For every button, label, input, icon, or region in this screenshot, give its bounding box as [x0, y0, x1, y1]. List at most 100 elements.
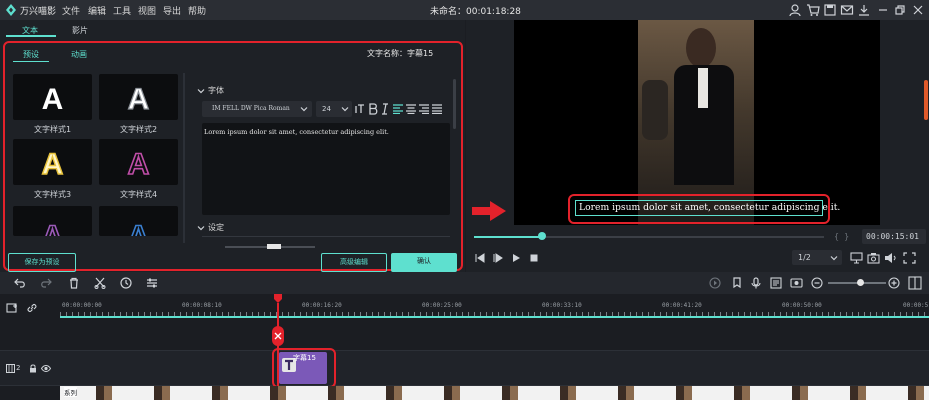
align-left-icon[interactable]	[393, 104, 403, 114]
lock-icon[interactable]	[29, 364, 37, 373]
play-pause-icon[interactable]	[492, 252, 504, 264]
style-thumb-3[interactable]: A	[13, 139, 92, 185]
advanced-edit-button[interactable]: 高级编辑	[321, 253, 387, 272]
delete-icon[interactable]	[68, 277, 80, 289]
restore-icon[interactable]	[893, 3, 907, 17]
tab-film[interactable]: 影片	[72, 25, 88, 36]
font-size-value: 24	[322, 105, 331, 113]
layout-icon[interactable]	[908, 276, 922, 290]
ruler-label-1: 00:00:08:10	[182, 302, 222, 309]
download-icon[interactable]	[857, 3, 871, 17]
zoom-out-icon[interactable]	[811, 277, 823, 289]
minimize-icon[interactable]	[876, 3, 890, 17]
align-justify-icon[interactable]	[432, 104, 442, 114]
menu-tools[interactable]: 工具	[113, 4, 131, 17]
letter-a-plain-icon: A	[42, 83, 64, 116]
style-label-3: 文字样式3	[33, 190, 72, 199]
text-content-value: Lorem ipsum dolor sit amet, consectetur …	[204, 128, 389, 136]
style-thumb-2[interactable]: A	[99, 74, 178, 120]
subtab-animation[interactable]: 动画	[71, 49, 87, 60]
preview-panel: Lorem ipsum dolor sit amet, consectetur …	[466, 20, 929, 272]
link-icon[interactable]	[26, 302, 38, 314]
text-track-row	[0, 350, 929, 386]
marker-icon[interactable]	[731, 277, 743, 289]
align-center-icon[interactable]	[406, 104, 416, 114]
title-bar: 万兴喵影 文件 编辑 工具 视图 导出 帮助 未命名：00:01:18:28	[0, 0, 929, 20]
cart-icon[interactable]	[806, 3, 820, 17]
mail-icon[interactable]	[840, 3, 854, 17]
user-icon[interactable]	[788, 3, 802, 17]
menu-view[interactable]: 视图	[138, 4, 156, 17]
arrow-right-icon	[472, 201, 506, 221]
menu-export[interactable]: 导出	[163, 4, 181, 17]
letter-a-yellow-glow-icon: A	[41, 147, 64, 181]
style-label-2: 文字样式2	[119, 125, 158, 134]
panel-resize-handle[interactable]	[924, 80, 928, 120]
close-icon[interactable]	[911, 3, 925, 17]
previous-frame-icon[interactable]	[474, 252, 486, 264]
timeline-toolbar	[0, 272, 929, 294]
track-manager-icon[interactable]	[770, 277, 782, 289]
menu-edit[interactable]: 编辑	[88, 4, 106, 17]
save-preset-button[interactable]: 保存为预设	[8, 253, 76, 272]
eye-icon[interactable]	[41, 364, 51, 373]
chevron-down-icon[interactable]	[197, 224, 205, 232]
fullscreen-icon[interactable]	[903, 252, 916, 264]
video-clip-label: 系列	[64, 387, 77, 397]
text-content-area[interactable]: Lorem ipsum dolor sit amet, consectetur …	[202, 123, 450, 215]
preview-canvas[interactable]: Lorem ipsum dolor sit amet, consectetur …	[514, 20, 880, 225]
microphone-icon[interactable]	[750, 277, 762, 289]
ruler-label-0: 00:00:00:00	[62, 302, 102, 309]
stop-icon[interactable]	[528, 252, 540, 264]
add-track-icon[interactable]	[6, 302, 18, 314]
snapshot-icon[interactable]	[790, 277, 803, 289]
bold-icon[interactable]	[368, 103, 378, 115]
timeline-zoom-handle[interactable]	[857, 279, 864, 286]
style-thumb-6[interactable]: A	[99, 206, 178, 254]
menu-file[interactable]: 文件	[62, 4, 80, 17]
chevron-down-icon	[830, 256, 838, 261]
style-thumb-5[interactable]: A	[13, 206, 92, 254]
font-size-select[interactable]: 24	[316, 101, 352, 117]
redo-icon[interactable]	[40, 277, 52, 289]
chevron-down-icon[interactable]	[197, 87, 205, 95]
document-title: 未命名：00:01:18:28	[430, 7, 521, 17]
video-clip-strip[interactable]	[60, 386, 929, 400]
font-family-select[interactable]: IM FELL DW Pica Roman	[202, 101, 312, 117]
menu-help[interactable]: 帮助	[188, 4, 206, 17]
align-right-icon[interactable]	[419, 104, 429, 114]
font-family-value: IM FELL DW Pica Roman	[212, 105, 290, 112]
letter-a-glow-icon: A	[127, 82, 150, 116]
styles-scrollbar[interactable]	[183, 73, 185, 243]
clock-icon[interactable]	[120, 277, 132, 289]
save-icon[interactable]	[823, 3, 837, 17]
ruler-label-5: 00:00:41:20	[662, 302, 702, 309]
cut-icon[interactable]	[94, 277, 106, 289]
chevron-down-icon	[341, 107, 349, 112]
subtab-preset[interactable]: 预设	[23, 49, 39, 60]
preview-zoom-select[interactable]: 1/2	[792, 250, 842, 265]
render-icon[interactable]	[709, 277, 721, 289]
mark-in-out-icon[interactable]: { }	[834, 232, 849, 241]
playback-handle[interactable]	[538, 232, 546, 240]
undo-icon[interactable]	[14, 277, 26, 289]
settings-slider-handle[interactable]	[267, 244, 281, 249]
letter-a-purple-icon: A	[41, 219, 64, 254]
svg-text:A: A	[128, 83, 150, 116]
style-thumb-4[interactable]: A	[99, 139, 178, 185]
volume-icon[interactable]	[884, 252, 897, 264]
split-marker[interactable]	[272, 326, 284, 346]
track-number: 2	[16, 364, 21, 372]
ruler-label-2: 00:00:16:20	[302, 302, 342, 309]
confirm-button[interactable]: 确认	[391, 253, 457, 272]
track-film-icon	[6, 364, 15, 373]
text-size-icon[interactable]	[355, 103, 367, 115]
adjust-icon[interactable]	[146, 277, 158, 289]
camera-icon[interactable]	[867, 252, 880, 264]
italic-icon[interactable]	[381, 103, 389, 115]
monitor-icon[interactable]	[850, 252, 863, 264]
zoom-in-icon[interactable]	[888, 277, 900, 289]
play-icon[interactable]	[510, 252, 522, 264]
font-panel-scrollbar[interactable]	[453, 79, 456, 129]
style-thumb-1[interactable]: A	[13, 74, 92, 120]
